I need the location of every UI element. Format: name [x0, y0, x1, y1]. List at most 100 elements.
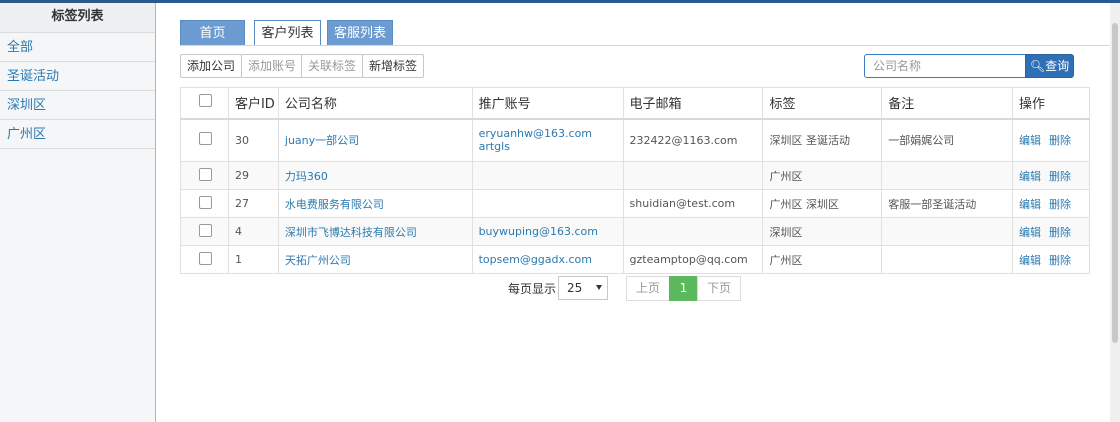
account-link[interactable]: topsem@ggadx.com: [479, 253, 592, 266]
prev-page-button[interactable]: 上页: [626, 276, 670, 301]
actions-cell: 编辑 删除: [1012, 161, 1090, 190]
email-cell: 232422@1163.com: [622, 118, 764, 162]
vertical-scrollbar[interactable]: [1110, 3, 1120, 422]
table-row: 29 力玛360 广州区 编辑 删除: [180, 161, 1090, 190]
customer-id: 4: [227, 217, 279, 246]
link-tag-button[interactable]: 关联标签: [301, 54, 364, 78]
sidebar-item-all[interactable]: 全部: [0, 33, 155, 62]
company-cell: juany一部公司: [277, 118, 473, 162]
row-checkbox[interactable]: [199, 223, 212, 237]
search-box: 🔍︎查询: [864, 54, 1074, 78]
table-row: 30 juany一部公司 eryuanhw@163.com artgls 232…: [180, 118, 1090, 162]
row-checkbox[interactable]: [199, 132, 212, 146]
customer-id: 29: [227, 161, 279, 190]
tab-customer-list[interactable]: 客户列表: [254, 20, 321, 46]
tags-cell: 广州区: [762, 245, 883, 274]
sidebar-item-shenzhen[interactable]: 深圳区: [0, 91, 155, 120]
column-header-email[interactable]: 电子邮箱: [622, 87, 764, 120]
tab-service-list[interactable]: 客服列表: [327, 20, 393, 46]
sidebar: 标签列表 全部 圣诞活动 深圳区 广州区: [0, 3, 156, 422]
account-cell: [471, 161, 624, 190]
sidebar-item-christmas[interactable]: 圣诞活动: [0, 62, 155, 91]
delete-link[interactable]: 删除: [1049, 170, 1071, 183]
customer-id: 30: [227, 118, 279, 162]
pagination: 每页显示 25 上页 1 下页: [508, 276, 908, 301]
delete-link[interactable]: 删除: [1049, 254, 1071, 267]
company-link[interactable]: 力玛360: [285, 170, 328, 183]
email-cell: [622, 217, 764, 246]
delete-link[interactable]: 删除: [1049, 226, 1071, 239]
note-cell: [881, 245, 1014, 274]
tags-cell: 广州区: [762, 161, 883, 190]
search-icon: 🔍︎: [1029, 59, 1046, 73]
row-select-cell: [180, 161, 229, 190]
customer-table: 客户ID 公司名称 推广账号 电子邮箱 标签 备注 操作 30 juany一部公…: [180, 87, 1090, 274]
row-select-cell: [180, 118, 229, 162]
tags-cell: 深圳区 圣诞活动: [762, 118, 883, 162]
next-page-button[interactable]: 下页: [697, 276, 741, 301]
column-header-id[interactable]: 客户ID: [227, 87, 279, 120]
search-button[interactable]: 🔍︎查询: [1025, 54, 1074, 78]
delete-link[interactable]: 删除: [1049, 134, 1071, 147]
current-page-button[interactable]: 1: [669, 276, 698, 301]
tags-cell: 深圳区: [762, 217, 883, 246]
column-header-company[interactable]: 公司名称: [277, 87, 473, 120]
sidebar-item-guangzhou[interactable]: 广州区: [0, 120, 155, 149]
customer-id: 27: [227, 189, 279, 218]
note-cell: [881, 161, 1014, 190]
account-link[interactable]: eryuanhw@163.com: [479, 127, 623, 140]
row-select-cell: [180, 245, 229, 274]
tags-cell: 广州区 深圳区: [762, 189, 883, 218]
company-cell: 天拓广州公司: [277, 245, 473, 274]
per-page-label: 每页显示: [508, 282, 557, 296]
company-link[interactable]: 天拓广州公司: [285, 254, 351, 267]
search-input[interactable]: [864, 54, 1026, 78]
actions-cell: 编辑 删除: [1012, 245, 1090, 274]
edit-link[interactable]: 编辑: [1019, 226, 1041, 239]
table-header-row: 客户ID 公司名称 推广账号 电子邮箱 标签 备注 操作: [180, 87, 1090, 120]
note-cell: 客服一部圣诞活动: [881, 189, 1014, 218]
company-cell: 力玛360: [277, 161, 473, 190]
new-tag-button[interactable]: 新增标签: [362, 54, 425, 78]
edit-link[interactable]: 编辑: [1019, 134, 1041, 147]
search-button-label: 查询: [1045, 59, 1070, 73]
company-cell: 深圳市飞博达科技有限公司: [277, 217, 473, 246]
table-row: 27 水电费服务有限公司 shuidian@test.com 广州区 深圳区 客…: [180, 189, 1090, 218]
email-cell: [622, 161, 764, 190]
note-cell: 一部娟娓公司: [881, 118, 1014, 162]
company-link[interactable]: 深圳市飞博达科技有限公司: [285, 226, 417, 239]
account-link[interactable]: artgls: [479, 140, 623, 153]
column-header-account[interactable]: 推广账号: [471, 87, 624, 120]
select-all-checkbox[interactable]: [199, 94, 212, 108]
add-account-button[interactable]: 添加账号: [241, 54, 304, 78]
row-select-cell: [180, 189, 229, 218]
row-checkbox[interactable]: [199, 195, 212, 209]
edit-link[interactable]: 编辑: [1019, 254, 1041, 267]
company-cell: 水电费服务有限公司: [277, 189, 473, 218]
delete-link[interactable]: 删除: [1049, 198, 1071, 211]
actions-cell: 编辑 删除: [1012, 217, 1090, 246]
actions-cell: 编辑 删除: [1012, 189, 1090, 218]
chevron-down-icon: [596, 285, 602, 290]
per-page-value: 25: [567, 281, 583, 295]
edit-link[interactable]: 编辑: [1019, 170, 1041, 183]
row-checkbox[interactable]: [199, 167, 212, 181]
edit-link[interactable]: 编辑: [1019, 198, 1041, 211]
per-page-select[interactable]: 25: [558, 276, 608, 300]
tab-divider: [180, 45, 1110, 46]
account-link[interactable]: buywuping@163.com: [479, 225, 598, 238]
table-row: 1 天拓广州公司 topsem@ggadx.com gzteamptop@qq.…: [180, 245, 1090, 274]
row-checkbox[interactable]: [199, 251, 212, 265]
column-header-note[interactable]: 备注: [881, 87, 1014, 120]
company-link[interactable]: 水电费服务有限公司: [285, 198, 384, 211]
account-cell: buywuping@163.com: [471, 217, 624, 246]
company-link[interactable]: juany一部公司: [285, 134, 359, 147]
account-cell: [471, 189, 624, 218]
column-header-tags[interactable]: 标签: [762, 87, 883, 120]
email-cell: gzteamptop@qq.com: [622, 245, 764, 274]
account-cell: eryuanhw@163.com artgls: [471, 118, 624, 162]
sidebar-title: 标签列表: [0, 3, 155, 33]
add-company-button[interactable]: 添加公司: [180, 54, 243, 78]
scrollbar-thumb[interactable]: [1112, 23, 1118, 343]
tab-home[interactable]: 首页: [180, 20, 245, 46]
